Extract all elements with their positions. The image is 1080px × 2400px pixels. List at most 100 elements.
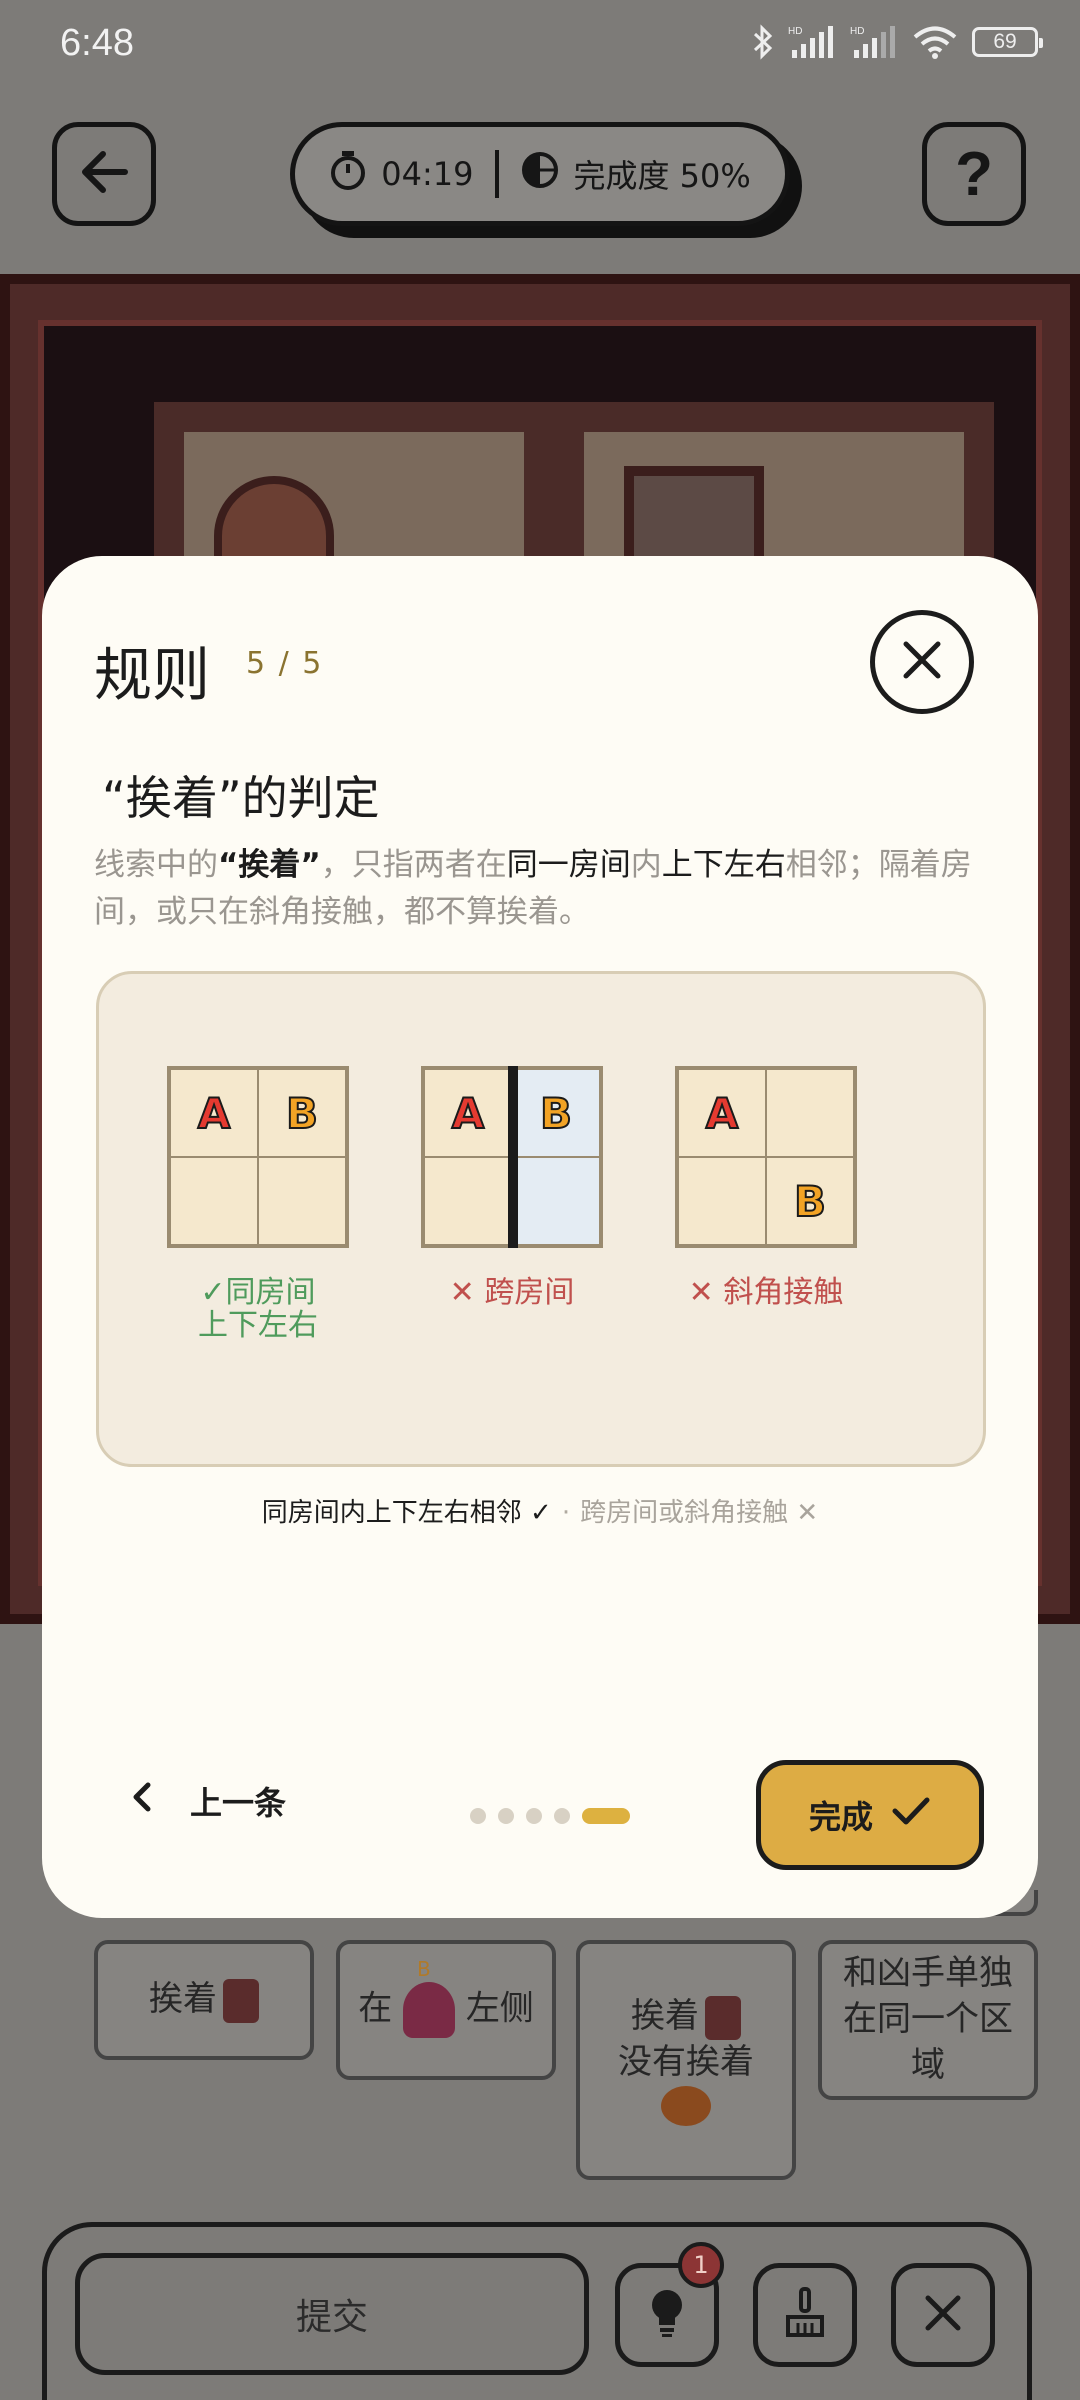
grid-cell: B <box>258 1069 346 1157</box>
arrow-left-icon <box>79 150 129 198</box>
battery-icon: 69 <box>972 27 1043 57</box>
grid-cell: B <box>766 1157 854 1245</box>
page-dot <box>470 1808 486 1824</box>
broom-icon <box>782 2287 828 2343</box>
pot-sprite-icon <box>661 2085 711 2126</box>
example-grid: A B <box>421 1066 603 1248</box>
done-button[interactable]: 完成 <box>756 1760 984 1870</box>
example-caption: ✕ 跨房间 <box>392 1276 632 1309</box>
grid-cell <box>766 1069 854 1157</box>
done-label: 完成 <box>808 1798 873 1836</box>
page-dot-active <box>582 1808 630 1824</box>
example-caption: ✕ 斜角接触 <box>646 1276 886 1309</box>
grid-cell <box>512 1157 600 1245</box>
submit-button[interactable]: 提交 <box>75 2253 589 2375</box>
status-icons: HD HD 69 <box>752 24 1043 60</box>
summary-separator: · <box>561 1498 571 1528</box>
example-grid: A B <box>167 1066 349 1248</box>
grid-cell: A <box>678 1069 766 1157</box>
hint-count-badge: 1 <box>678 2242 724 2288</box>
progress: 完成度 50% <box>521 151 751 197</box>
rule-description: 线索中的“挨着”，只指两者在同一房间内上下左右相邻；隔着房间，或只在斜角接触，都… <box>94 842 994 935</box>
examples-panel: A B ✓同房间 上下左右 A B ✕ 跨房间 A B ✕ 斜角接触 <box>96 971 986 1467</box>
desc-part: 上下左右 <box>661 847 786 883</box>
chair-sprite-icon <box>705 1995 741 2040</box>
clue-card[interactable]: 在 B 左侧 <box>336 1940 556 2080</box>
clue-card[interactable]: 和凶手单独在同一个区域 <box>818 1940 1038 2100</box>
progress-label: 完成度 50% <box>573 157 751 195</box>
caption-line: ✕ 跨房间 <box>449 1275 575 1310</box>
close-icon <box>902 640 942 684</box>
desc-part: 内 <box>630 847 662 883</box>
grid-cell <box>678 1157 766 1245</box>
page-dot <box>526 1808 542 1824</box>
pie-progress-icon <box>521 151 559 197</box>
caption-line: ✕ 斜角接触 <box>688 1275 844 1310</box>
rules-dialog: 规则 5 / 5 “挨着”的判定 线索中的“挨着”，只指两者在同一房间内上下左右… <box>42 556 1038 1918</box>
checkmark-icon <box>891 1795 931 1835</box>
clue-card[interactable]: 挨着 没有挨着 <box>576 1940 796 2180</box>
desc-part: “挨着” <box>218 847 321 883</box>
signal-icon-2: HD <box>850 24 898 60</box>
rule-counter: 5 / 5 <box>246 646 324 681</box>
timer-progress-pill: 04:19 完成度 50% <box>290 122 790 226</box>
summary-bad: 跨房间或斜角接触 ✕ <box>580 1498 819 1528</box>
svg-text:HD: HD <box>788 26 802 37</box>
dialog-title: 规则 <box>94 641 211 709</box>
clue-board: 挨着 在 B 左侧 挨着 没有挨着 和凶手单独在同一个区域 <box>40 1890 1040 2190</box>
room-wall <box>508 1066 518 1248</box>
stopwatch-icon <box>329 149 367 199</box>
status-time: 6:48 <box>60 22 134 64</box>
summary-ok: 同房间内上下左右相邻 ✓ <box>261 1498 552 1528</box>
signal-icon: HD <box>788 24 836 60</box>
lightbulb-icon <box>647 2287 687 2343</box>
example-cross-room: A B ✕ 跨房间 <box>392 1066 632 1309</box>
clue-text: 左侧 <box>465 1988 534 2029</box>
rule-summary: 同房间内上下左右相邻 ✓ · 跨房间或斜角接触 ✕ <box>42 1492 1038 1529</box>
page-indicator <box>470 1808 630 1824</box>
status-bar: 6:48 HD HD 69 <box>0 0 1080 92</box>
timer: 04:19 <box>329 149 473 199</box>
caption-line: 上下左右 <box>198 1308 318 1343</box>
rule-heading: “挨着”的判定 <box>102 771 380 825</box>
grid-cell: A <box>170 1069 258 1157</box>
help-button[interactable]: ? <box>922 122 1026 226</box>
timer-value: 04:19 <box>381 155 474 193</box>
example-same-room: A B ✓同房间 上下左右 <box>138 1066 378 1342</box>
sprite-tag: B <box>417 1957 431 1981</box>
clue-card[interactable]: 挨着 <box>94 1940 314 2060</box>
grid-cell: A <box>424 1069 512 1157</box>
cancel-button[interactable] <box>891 2263 995 2367</box>
bottom-action-bar: 提交 1 <box>42 2222 1032 2400</box>
clue-text: 挨着 <box>149 1979 217 2020</box>
back-button[interactable] <box>52 122 156 226</box>
desc-part: 线索中的 <box>94 847 218 883</box>
barrel-sprite-icon <box>223 1978 259 2023</box>
example-caption: ✓同房间 上下左右 <box>138 1276 378 1342</box>
clear-button[interactable] <box>753 2263 857 2367</box>
svg-text:HD: HD <box>850 26 864 37</box>
grid-cell <box>424 1157 512 1245</box>
witch-sprite-icon: B <box>403 1957 455 2038</box>
clue-text: 和凶手单独在同一个区域 <box>843 1953 1013 2085</box>
wifi-icon <box>912 24 958 60</box>
pill-divider <box>495 150 500 198</box>
close-icon <box>923 2293 963 2337</box>
previous-rule-button[interactable]: 上一条 <box>132 1778 286 1824</box>
grid-cell: B <box>512 1069 600 1157</box>
example-grid: A B <box>675 1066 857 1248</box>
grid-cell <box>170 1157 258 1245</box>
example-diagonal: A B ✕ 斜角接触 <box>646 1066 886 1309</box>
desc-part: 同一房间 <box>506 847 631 883</box>
grid-cell <box>258 1157 346 1245</box>
previous-label: 上一条 <box>190 1784 287 1822</box>
close-dialog-button[interactable] <box>870 610 974 714</box>
chevron-left-icon <box>132 1781 152 1821</box>
page-dot <box>554 1808 570 1824</box>
hint-button[interactable]: 1 <box>615 2242 724 2367</box>
clue-text: 挨着 <box>631 1996 699 2037</box>
clue-text: 没有挨着 <box>618 2042 754 2082</box>
bluetooth-icon <box>752 24 774 60</box>
desc-part: ，只指两者在 <box>320 847 507 883</box>
page-dot <box>498 1808 514 1824</box>
